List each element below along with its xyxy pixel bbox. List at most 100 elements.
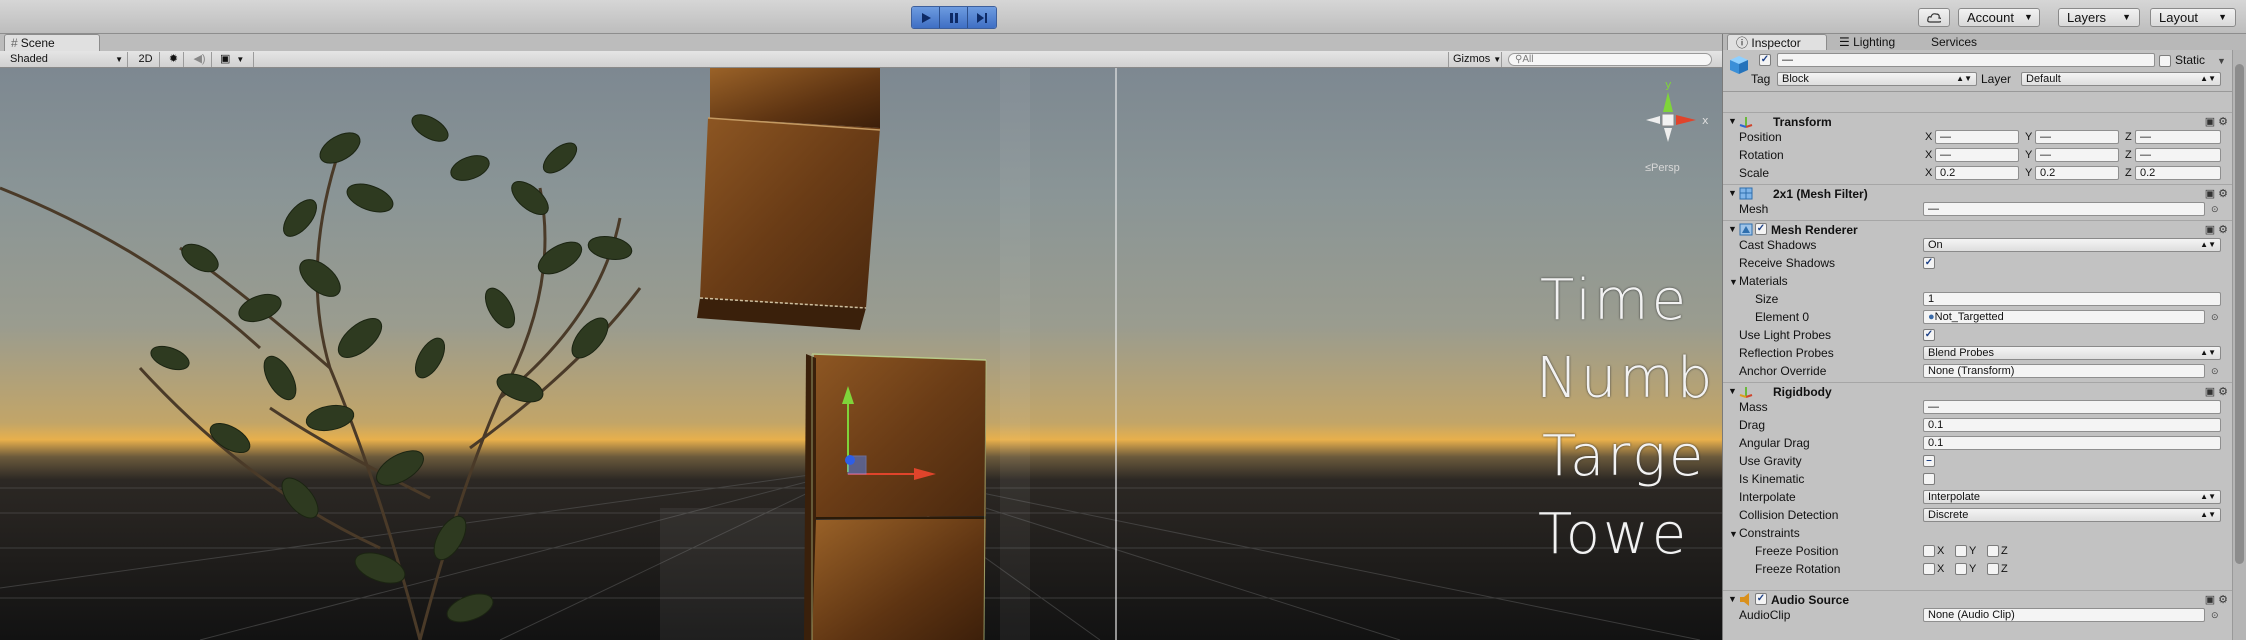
- scene-search-input[interactable]: ⚲All: [1508, 53, 1712, 66]
- component-menu-icons[interactable]: ▣⚙: [2205, 115, 2231, 128]
- rigidbody-title: Rigidbody: [1773, 385, 1832, 399]
- object-picker-icon[interactable]: ⊙: [2211, 312, 2219, 323]
- scale-z-field[interactable]: 0.2: [2135, 166, 2221, 180]
- main-toolbar: Account ▼ Layers ▼ Layout ▼: [0, 0, 2246, 34]
- shading-mode-dropdown[interactable]: Shaded ▼: [6, 52, 128, 67]
- is-kinematic-checkbox[interactable]: [1923, 473, 1935, 485]
- freeze-rotation-z-checkbox[interactable]: [1987, 563, 1999, 575]
- tag-dropdown[interactable]: Block ▲▼: [1777, 72, 1977, 86]
- 2d-toggle[interactable]: 2D: [132, 52, 160, 67]
- scrollbar-thumb[interactable]: [2235, 64, 2244, 564]
- persp-label[interactable]: ≤Persp: [1645, 162, 1680, 174]
- layout-dropdown[interactable]: Layout ▼: [2150, 8, 2236, 27]
- anchor-override-field[interactable]: None (Transform): [1923, 364, 2205, 378]
- active-checkbox[interactable]: ✓: [1759, 54, 1771, 66]
- svg-text:x: x: [1702, 114, 1709, 127]
- receive-shadows-checkbox[interactable]: ✓: [1923, 257, 1935, 269]
- collision-detection-dropdown[interactable]: Discrete ▲▼: [1923, 508, 2221, 522]
- freeze-position-label: Freeze Position: [1755, 544, 1839, 558]
- static-dropdown-arrow[interactable]: ▼: [2217, 56, 2226, 66]
- upper-block: [697, 68, 881, 330]
- play-button[interactable]: [912, 7, 940, 28]
- scene-viewport[interactable]: y x ≤Persp Time Numb Targe Towe: [0, 68, 1722, 640]
- overlay-line-number: Numb: [1536, 346, 1716, 411]
- fold-arrow-icon: ▼: [1728, 188, 1737, 198]
- tab-scene[interactable]: # Scene: [4, 34, 100, 51]
- component-menu-icons[interactable]: ▣⚙: [2205, 593, 2231, 606]
- position-x-field[interactable]: —: [1935, 130, 2019, 144]
- account-dropdown[interactable]: Account ▼: [1958, 8, 2040, 27]
- tab-lighting[interactable]: ☰ Lighting: [1831, 34, 1927, 50]
- speaker-icon: [1740, 593, 1749, 606]
- interpolate-dropdown[interactable]: Interpolate ▲▼: [1923, 490, 2221, 504]
- scale-x-field[interactable]: 0.2: [1935, 166, 2019, 180]
- lighting-toggle[interactable]: ✹: [164, 52, 184, 67]
- freeze-position-y-checkbox[interactable]: [1955, 545, 1967, 557]
- position-y-field[interactable]: —: [2035, 130, 2119, 144]
- rigidbody-header[interactable]: ▼ Rigidbody ▣⚙: [1723, 382, 2233, 400]
- cast-shadows-dropdown[interactable]: On ▲▼: [1923, 238, 2221, 252]
- light-probes-checkbox[interactable]: ✓: [1923, 329, 1935, 341]
- object-header: ✓ — Static ▼ Tag Block ▲▼ Layer Default ▲▼: [1723, 50, 2233, 92]
- rotation-x-label: X: [1925, 149, 1933, 161]
- audio-clip-field[interactable]: None (Audio Clip): [1923, 608, 2205, 622]
- position-x-label: X: [1925, 131, 1933, 143]
- gizmos-dropdown[interactable]: Gizmos ▼: [1448, 52, 1502, 67]
- rotation-y-field[interactable]: —: [2035, 148, 2119, 162]
- layers-dropdown[interactable]: Layers ▼: [2058, 8, 2140, 27]
- element0-label: Element 0: [1755, 310, 1810, 324]
- mesh-filter-header[interactable]: ▼ 2x1 (Mesh Filter) ▣⚙: [1723, 184, 2233, 202]
- pause-icon: [949, 12, 958, 23]
- freeze-position-z-checkbox[interactable]: [1987, 545, 1999, 557]
- component-menu-icons[interactable]: ▣⚙: [2205, 187, 2231, 200]
- position-z-field[interactable]: —: [2135, 130, 2221, 144]
- mesh-field[interactable]: —: [1923, 202, 2205, 216]
- materials-fold-icon[interactable]: ▼: [1729, 277, 1738, 287]
- constraints-fold-icon[interactable]: ▼: [1729, 529, 1738, 539]
- pause-button[interactable]: [940, 7, 968, 28]
- freeze-position-z-label: Z: [2001, 545, 2008, 557]
- drag-field[interactable]: 0.1: [1923, 418, 2221, 432]
- inspector-scrollbar[interactable]: [2232, 50, 2246, 640]
- rotation-x-field[interactable]: —: [1935, 148, 2019, 162]
- size-field[interactable]: 1: [1923, 292, 2221, 306]
- freeze-position-x-checkbox[interactable]: [1923, 545, 1935, 557]
- object-name-field[interactable]: —: [1777, 53, 2155, 67]
- object-picker-icon[interactable]: ⊙: [2211, 610, 2219, 621]
- list-icon: ☰: [1839, 35, 1850, 49]
- layer-dropdown[interactable]: Default ▲▼: [2021, 72, 2221, 86]
- rotation-z-field[interactable]: —: [2135, 148, 2221, 162]
- rigidbody-icon: [1739, 387, 1753, 398]
- mass-field[interactable]: —: [1923, 400, 2221, 414]
- angular-drag-field[interactable]: 0.1: [1923, 436, 2221, 450]
- effects-dropdown[interactable]: ▣ ▼: [216, 52, 254, 67]
- mesh-renderer-header[interactable]: ▼ ✓ Mesh Renderer ▣⚙: [1723, 220, 2233, 238]
- position-label: Position: [1739, 130, 1782, 144]
- object-picker-icon[interactable]: ⊙: [2211, 366, 2219, 377]
- element0-field[interactable]: ●Not_Targetted: [1923, 310, 2205, 324]
- transform-header[interactable]: ▼ Transform ▣⚙: [1723, 112, 2233, 130]
- audio-toggle[interactable]: ◀): [188, 52, 212, 67]
- component-menu-icons[interactable]: ▣⚙: [2205, 223, 2231, 236]
- scene-tab-bar: # Scene: [0, 34, 1722, 51]
- audio-source-header[interactable]: ▼ ✓ Audio Source ▣⚙: [1723, 590, 2233, 608]
- layers-label: Layers: [2067, 10, 2107, 25]
- audio-source-enabled-checkbox[interactable]: ✓: [1755, 593, 1767, 605]
- component-menu-icons[interactable]: ▣⚙: [2205, 385, 2231, 398]
- tab-services[interactable]: Services: [1923, 34, 2019, 50]
- step-button[interactable]: [968, 7, 996, 28]
- overlay-line-time: Time: [1540, 268, 1690, 333]
- collision-detection-label: Collision Detection: [1739, 508, 1839, 522]
- cube-icon: [1730, 56, 1748, 74]
- mesh-renderer-enabled-checkbox[interactable]: ✓: [1755, 223, 1767, 235]
- reflection-probes-dropdown[interactable]: Blend Probes ▲▼: [1923, 346, 2221, 360]
- static-checkbox[interactable]: [2159, 55, 2171, 67]
- freeze-rotation-y-checkbox[interactable]: [1955, 563, 1967, 575]
- tab-inspector[interactable]: ⓘ Inspector: [1727, 34, 1827, 50]
- scale-y-field[interactable]: 0.2: [2035, 166, 2119, 180]
- object-picker-icon[interactable]: ⊙: [2211, 204, 2219, 215]
- play-icon: [921, 12, 931, 23]
- freeze-rotation-x-checkbox[interactable]: [1923, 563, 1935, 575]
- cloud-button[interactable]: [1918, 8, 1950, 27]
- use-gravity-checkbox[interactable]: –: [1923, 455, 1935, 467]
